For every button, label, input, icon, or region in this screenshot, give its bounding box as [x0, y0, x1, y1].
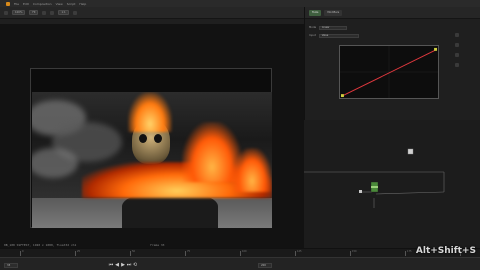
lock-icon[interactable]: [455, 43, 459, 47]
image-viewer[interactable]: 0B_100 SSFTEST, 1920 x 1080, float32 ch1…: [0, 24, 304, 248]
smoke-shape: [32, 148, 78, 178]
mode-field[interactable]: Linear: [319, 25, 348, 30]
fire-shape: [128, 92, 172, 132]
fit-chip[interactable]: Fit: [29, 10, 39, 15]
input-field[interactable]: Value: [318, 33, 359, 38]
end-frame-field[interactable]: 200: [258, 262, 272, 268]
transport-controls: 33 ⏮ ◀ ▶ ⏭ ⟲ 200: [0, 259, 480, 270]
node-brightness: [407, 148, 414, 155]
channel-icon[interactable]: [42, 10, 47, 15]
time-ruler[interactable]: 0 25 50 75 100 125 150 175 200: [0, 249, 480, 258]
menu-help[interactable]: Help: [79, 2, 86, 6]
viewer-info-left: 0B_100 SSFTEST, 1920 x 1080, float32 ch1: [4, 243, 77, 247]
ratio-chip[interactable]: 1:1: [58, 10, 69, 15]
lut-icon[interactable]: [72, 10, 77, 15]
menu-edit[interactable]: Edit: [23, 2, 29, 6]
menu-view[interactable]: View: [56, 2, 63, 6]
app-logo-icon: [6, 1, 10, 6]
curve-editor[interactable]: [339, 45, 439, 99]
zoom-chip[interactable]: 100%: [12, 10, 26, 15]
menu-bar: File Edit Composition View Script Help: [0, 0, 480, 7]
reset-icon[interactable]: [455, 53, 459, 57]
current-frame-field[interactable]: 33: [4, 262, 18, 268]
inspector-side-icons: [455, 33, 463, 67]
row-label: Input: [309, 34, 316, 37]
row-label: Mode: [309, 26, 317, 29]
inspector-row: Input Value: [309, 33, 359, 38]
pin-icon[interactable]: [455, 33, 459, 37]
rendered-image: [32, 92, 272, 228]
settings-icon[interactable]: [455, 63, 459, 67]
menu-composition[interactable]: Composition: [33, 2, 52, 6]
timeline: 0 25 50 75 100 125 150 175 200 33 ⏮ ◀ ▶ …: [0, 248, 480, 270]
menu-file[interactable]: File: [14, 2, 19, 6]
viewer-mode-icon[interactable]: [4, 10, 8, 15]
loop-icon[interactable]: ⟲: [132, 262, 138, 268]
roi-icon[interactable]: [50, 10, 55, 15]
keystroke-watermark: Alt+Shift+S: [415, 246, 476, 256]
tab-tools[interactable]: Tools: [309, 9, 322, 16]
inspector-tabs: Tools Modifiers: [305, 7, 480, 19]
viewer-info-right: frame 33: [150, 243, 165, 247]
tab-modifiers[interactable]: Modifiers: [324, 9, 343, 16]
viewer-toolbar: 100% Fit 1:1: [0, 7, 304, 19]
fire-shape: [232, 148, 272, 192]
node-graph[interactable]: [304, 120, 480, 248]
menu-script[interactable]: Script: [67, 2, 76, 6]
inspector-row: Mode Linear: [309, 25, 348, 30]
